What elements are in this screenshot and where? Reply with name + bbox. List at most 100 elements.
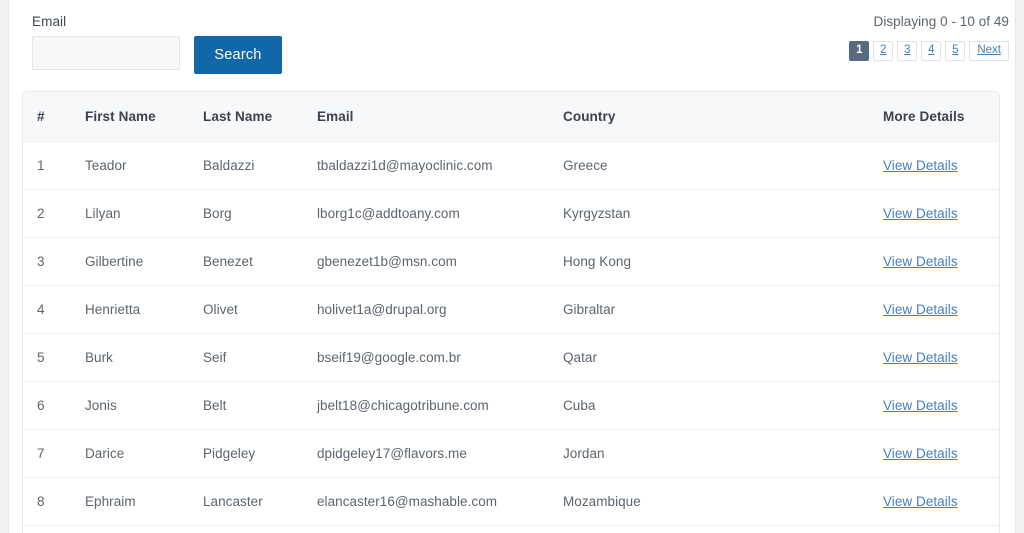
- results-table: # First Name Last Name Email Country Mor…: [23, 92, 999, 533]
- cell-first-name: Darice: [71, 429, 189, 478]
- cell-last-name: Lancaster: [189, 477, 303, 526]
- pagination-area: Displaying 0 - 10 of 49 1 2 3 4 5 Next: [849, 13, 1009, 61]
- cell-index: 5: [23, 333, 71, 382]
- cell-index: 7: [23, 429, 71, 478]
- table-row: 4 Henrietta Olivet holivet1a@drupal.org Gibr…: [23, 285, 999, 334]
- page-container: Email Search Displaying 0 - 10 of 49 123…: [10, 0, 1014, 533]
- page-left-gutter: [0, 0, 9, 533]
- view-details-link[interactable]: View Details: [883, 206, 958, 221]
- view-details-link[interactable]: View Details: [883, 350, 958, 365]
- cell-country: Jordan: [549, 429, 869, 478]
- cell-email: elancaster16@mashable.com: [303, 477, 549, 526]
- column-header-index[interactable]: #: [23, 92, 71, 142]
- cell-email: tbaldazzi1d@mayoclinic.com: [303, 141, 549, 190]
- cell-more-details: View Details: [869, 477, 999, 526]
- search-button[interactable]: Search: [194, 36, 282, 74]
- cell-country: Hong Kong: [549, 237, 869, 286]
- view-details-link[interactable]: View Details: [883, 302, 958, 317]
- table-row: 6 Jonis Belt jbelt18@chicagotribune.com Cuba…: [23, 381, 999, 430]
- cell-last-name: Pidgeley: [189, 429, 303, 478]
- results-table-card: # First Name Last Name Email Country Mor…: [22, 91, 1000, 533]
- cell-index: 9: [23, 525, 71, 533]
- table-row: 2 Lilyan Borg lborg1c@addtoany.com Kyrgyzsta…: [23, 189, 999, 238]
- table-header-row: # First Name Last Name Email Country Mor…: [23, 92, 999, 142]
- table-row: 5 Burk Seif bseif19@google.com.br Qatar View …: [23, 333, 999, 382]
- pagination-page-5[interactable]: 5: [945, 41, 966, 61]
- column-header-email[interactable]: Email: [303, 92, 549, 142]
- table-row: 7 Darice Pidgeley dpidgeley17@flavors.me Jor…: [23, 429, 999, 478]
- cell-email: [303, 525, 549, 533]
- cell-more-details: View Details: [869, 333, 999, 382]
- column-header-more-details[interactable]: More Details: [869, 92, 999, 142]
- cell-country: Kyrgyzstan: [549, 189, 869, 238]
- table-row: 1 Teador Baldazzi tbaldazzi1d@mayoclinic.co…: [23, 141, 999, 190]
- pagination-next-button[interactable]: Next: [969, 41, 1009, 61]
- cell-last-name: [189, 525, 303, 533]
- column-header-country[interactable]: Country: [549, 92, 869, 142]
- cell-country: [549, 525, 869, 533]
- cell-last-name: Benezet: [189, 237, 303, 286]
- cell-more-details: View Details: [869, 189, 999, 238]
- cell-first-name: Burk: [71, 333, 189, 382]
- cell-first-name: Jonis: [71, 381, 189, 430]
- cell-email: bseif19@google.com.br: [303, 333, 549, 382]
- cell-more-details: [869, 525, 999, 533]
- cell-first-name: Ephraim: [71, 477, 189, 526]
- cell-index: 2: [23, 189, 71, 238]
- page-right-gutter: [1015, 0, 1024, 533]
- cell-index: 6: [23, 381, 71, 430]
- cell-last-name: Borg: [189, 189, 303, 238]
- table-row: 8 Ephraim Lancaster elancaster16@mashable.c…: [23, 477, 999, 526]
- cell-index: 1: [23, 141, 71, 190]
- view-details-link[interactable]: View Details: [883, 494, 958, 509]
- table-header: # First Name Last Name Email Country Mor…: [23, 92, 999, 142]
- search-form: Email Search: [32, 13, 282, 74]
- cell-first-name: Lilyan: [71, 189, 189, 238]
- email-field-label: Email: [32, 14, 67, 29]
- cell-index: 4: [23, 285, 71, 334]
- cell-email: dpidgeley17@flavors.me: [303, 429, 549, 478]
- pagination-page-3[interactable]: 3: [897, 41, 918, 61]
- displaying-count-text: Displaying 0 - 10 of 49: [873, 14, 1009, 29]
- cell-country: Cuba: [549, 381, 869, 430]
- cell-last-name: Baldazzi: [189, 141, 303, 190]
- table-row: 9: [23, 525, 999, 533]
- cell-country: Qatar: [549, 333, 869, 382]
- cell-country: Mozambique: [549, 477, 869, 526]
- pagination: 1 2 3 4 5 Next: [849, 41, 1009, 61]
- cell-email: lborg1c@addtoany.com: [303, 189, 549, 238]
- cell-more-details: View Details: [869, 237, 999, 286]
- column-header-first-name[interactable]: First Name: [71, 92, 189, 142]
- pagination-page-4[interactable]: 4: [921, 41, 942, 61]
- search-row: Search: [32, 36, 282, 74]
- pagination-page-2[interactable]: 2: [873, 41, 894, 61]
- cell-last-name: Olivet: [189, 285, 303, 334]
- cell-more-details: View Details: [869, 429, 999, 478]
- cell-email: gbenezet1b@msn.com: [303, 237, 549, 286]
- cell-email: holivet1a@drupal.org: [303, 285, 549, 334]
- cell-country: Gibraltar: [549, 285, 869, 334]
- cell-index: 3: [23, 237, 71, 286]
- view-details-link[interactable]: View Details: [883, 446, 958, 461]
- cell-first-name: [71, 525, 189, 533]
- cell-first-name: Teador: [71, 141, 189, 190]
- cell-more-details: View Details: [869, 381, 999, 430]
- view-details-link[interactable]: View Details: [883, 398, 958, 413]
- cell-country: Greece: [549, 141, 869, 190]
- column-header-last-name[interactable]: Last Name: [189, 92, 303, 142]
- cell-last-name: Belt: [189, 381, 303, 430]
- toolbar: Email Search Displaying 0 - 10 of 49 123…: [10, 0, 1014, 91]
- pagination-page-1[interactable]: 1: [849, 41, 870, 61]
- table-row: 3 Gilbertine Benezet gbenezet1b@msn.com Hong…: [23, 237, 999, 286]
- cell-email: jbelt18@chicagotribune.com: [303, 381, 549, 430]
- search-input[interactable]: [32, 36, 180, 70]
- cell-last-name: Seif: [189, 333, 303, 382]
- cell-index: 8: [23, 477, 71, 526]
- table-body: 1 Teador Baldazzi tbaldazzi1d@mayoclinic.co…: [23, 141, 999, 533]
- view-details-link[interactable]: View Details: [883, 254, 958, 269]
- cell-first-name: Gilbertine: [71, 237, 189, 286]
- view-details-link[interactable]: View Details: [883, 158, 958, 173]
- cell-more-details: View Details: [869, 141, 999, 190]
- cell-more-details: View Details: [869, 285, 999, 334]
- cell-first-name: Henrietta: [71, 285, 189, 334]
